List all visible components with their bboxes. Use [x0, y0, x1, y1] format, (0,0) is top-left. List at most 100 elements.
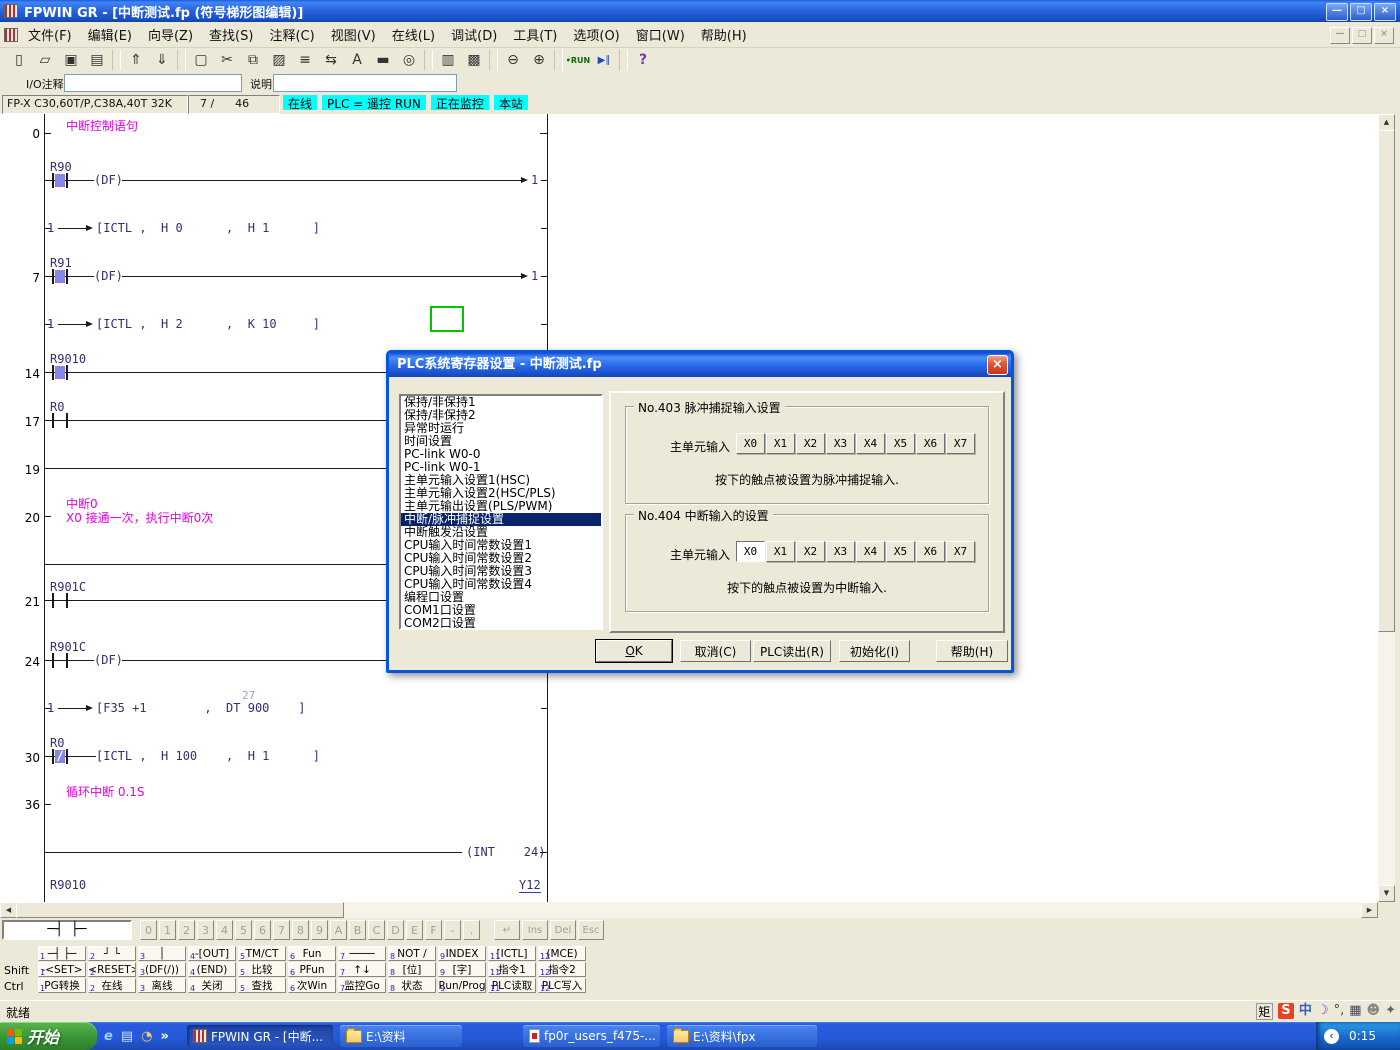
function-key[interactable]: 7监控Go: [338, 978, 386, 993]
function-key[interactable]: 3│: [138, 946, 186, 961]
function-key[interactable]: 8[位]: [388, 962, 436, 977]
numeric-key[interactable]: 9: [311, 920, 328, 940]
function-key[interactable]: 9[字]: [438, 962, 486, 977]
toolbar-button[interactable]: ⊕: [526, 48, 552, 72]
toolbar-button[interactable]: •RUN: [565, 48, 591, 72]
function-key[interactable]: 7────: [338, 946, 386, 961]
numeric-key[interactable]: 8: [292, 920, 309, 940]
toolbar-button[interactable]: ⇑: [123, 48, 149, 72]
tray-icon[interactable]: ✦: [1385, 1003, 1396, 1019]
function-key[interactable]: 12指令2: [538, 962, 586, 977]
mdi-restore-icon[interactable]: □: [1352, 27, 1372, 44]
df-instruction[interactable]: (DF): [94, 653, 123, 667]
function-key[interactable]: 5比较: [238, 962, 286, 977]
mdi-close-icon[interactable]: ×: [1374, 27, 1394, 44]
edit-key[interactable]: ↵: [494, 920, 520, 940]
edit-cursor[interactable]: [430, 306, 464, 332]
contact-R9010[interactable]: [50, 365, 70, 380]
numeric-key[interactable]: A: [330, 920, 347, 940]
toolbar-button[interactable]: ▨: [266, 48, 292, 72]
quick-launch-icon[interactable]: ▤: [121, 1029, 133, 1044]
numeric-key[interactable]: 7: [273, 920, 290, 940]
menu-item[interactable]: 查找(S): [201, 23, 261, 46]
toolbar-button[interactable]: [554, 49, 563, 71]
app-titlebar[interactable]: FPWIN GR - [中断测试.fp (符号梯形图编辑)] — □ ×: [0, 0, 1400, 22]
function-key[interactable]: 1─┤ ├─: [38, 946, 86, 961]
contact-R91[interactable]: [50, 269, 70, 284]
toolbar-button[interactable]: ⧉: [240, 48, 266, 72]
tray-icon[interactable]: S: [1278, 1003, 1294, 1019]
toolbar-button[interactable]: ▢: [188, 48, 214, 72]
function-key[interactable]: 8NOT /: [388, 946, 436, 961]
quick-launch-icon[interactable]: e: [104, 1029, 113, 1044]
menu-item[interactable]: 向导(Z): [140, 23, 201, 46]
numeric-key[interactable]: 0: [140, 920, 157, 940]
toolbar-button[interactable]: ⇓: [149, 48, 175, 72]
register-list[interactable]: 保持/非保持1保持/非保持2异常时运行时间设置PC-link W0-0PC-li…: [399, 394, 603, 630]
tray-icon[interactable]: °,: [1334, 1003, 1345, 1019]
numeric-key[interactable]: 2: [178, 920, 195, 940]
function-key[interactable]: 1PG转换: [38, 978, 86, 993]
function-key[interactable]: 9INDEX: [438, 946, 486, 961]
numeric-key[interactable]: 4: [216, 920, 233, 940]
toolbar-button[interactable]: ≡: [292, 48, 318, 72]
numeric-key[interactable]: 5: [235, 920, 252, 940]
edit-key[interactable]: Esc: [578, 920, 604, 940]
x-input-button[interactable]: X7: [946, 433, 975, 454]
numeric-key[interactable]: D: [387, 920, 404, 940]
function-key[interactable]: 2┘ └: [88, 946, 136, 961]
close-icon[interactable]: ×: [987, 355, 1008, 375]
toolbar-button[interactable]: ▶∥: [591, 48, 617, 72]
toolbar-button[interactable]: [489, 49, 498, 71]
tray-icon[interactable]: ☻: [1367, 1003, 1381, 1019]
function-key[interactable]: 6Fun: [288, 946, 336, 961]
taskbar-button-fpwin[interactable]: FPWIN GR - [中断...: [187, 1025, 333, 1047]
function-key[interactable]: 11PLC读取: [488, 978, 536, 993]
close-icon[interactable]: ×: [1374, 3, 1396, 21]
menu-item[interactable]: 文件(F): [20, 23, 80, 46]
menu-item[interactable]: 注释(C): [261, 23, 322, 46]
df-instruction[interactable]: (DF): [94, 173, 123, 187]
quick-launch-icon[interactable]: »: [160, 1029, 168, 1044]
quick-launch-icon[interactable]: ◔: [141, 1029, 152, 1044]
function-key[interactable]: 2-<RESET>: [88, 962, 136, 977]
contact-R0-nc[interactable]: /: [50, 749, 70, 764]
dialog-button[interactable]: OK: [596, 640, 672, 662]
function-key[interactable]: 11指令1: [488, 962, 536, 977]
vertical-scroll-thumb[interactable]: [1378, 130, 1395, 632]
menu-item[interactable]: 帮助(H): [693, 23, 755, 46]
contact-R901C[interactable]: [50, 653, 70, 668]
ictl-instruction[interactable]: [ICTL , H 2 , K 10 ]: [96, 317, 320, 331]
tray-icon[interactable]: ☽: [1317, 1003, 1329, 1019]
numeric-key[interactable]: 3: [197, 920, 214, 940]
menu-item[interactable]: 在线(L): [384, 23, 443, 46]
dialog-titlebar[interactable]: PLC系统寄存器设置 - 中断测试.fp ×: [389, 353, 1011, 377]
function-key[interactable]: 1-<SET>: [38, 962, 86, 977]
function-key[interactable]: 4(END): [188, 962, 236, 977]
scroll-right-icon[interactable]: ▶: [1361, 902, 1378, 918]
x-input-button[interactable]: X3: [826, 433, 855, 454]
function-key[interactable]: 6次Win: [288, 978, 336, 993]
toolbar-button[interactable]: [424, 49, 433, 71]
x-input-button[interactable]: X1: [766, 433, 795, 454]
tray-icon[interactable]: 矩: [1256, 1003, 1273, 1020]
tray-icon[interactable]: 中: [1299, 1003, 1312, 1019]
x-input-button[interactable]: X7: [946, 541, 975, 562]
dialog-button[interactable]: 初始化(I): [839, 640, 910, 662]
function-key[interactable]: 4关闭: [188, 978, 236, 993]
function-key[interactable]: 3(DF(/)): [138, 962, 186, 977]
menu-item[interactable]: 编辑(E): [80, 23, 140, 46]
function-key[interactable]: 9Run/Prog: [438, 978, 486, 993]
contact-R0[interactable]: [50, 413, 70, 428]
ictl-instruction[interactable]: [ICTL , H 100 , H 1 ]: [96, 749, 320, 763]
function-key[interactable]: 7↑↓: [338, 962, 386, 977]
function-key[interactable]: 6PFun: [288, 962, 336, 977]
menu-item[interactable]: 选项(O): [565, 23, 627, 46]
x-input-button[interactable]: X1: [766, 541, 795, 562]
minimize-icon[interactable]: —: [1326, 3, 1348, 21]
vertical-scrollbar[interactable]: ▲ ▼: [1378, 114, 1395, 902]
numeric-key[interactable]: E: [406, 920, 423, 940]
numeric-key[interactable]: 1: [159, 920, 176, 940]
contact-R90[interactable]: [50, 173, 70, 188]
x-input-button[interactable]: X0: [736, 541, 765, 562]
